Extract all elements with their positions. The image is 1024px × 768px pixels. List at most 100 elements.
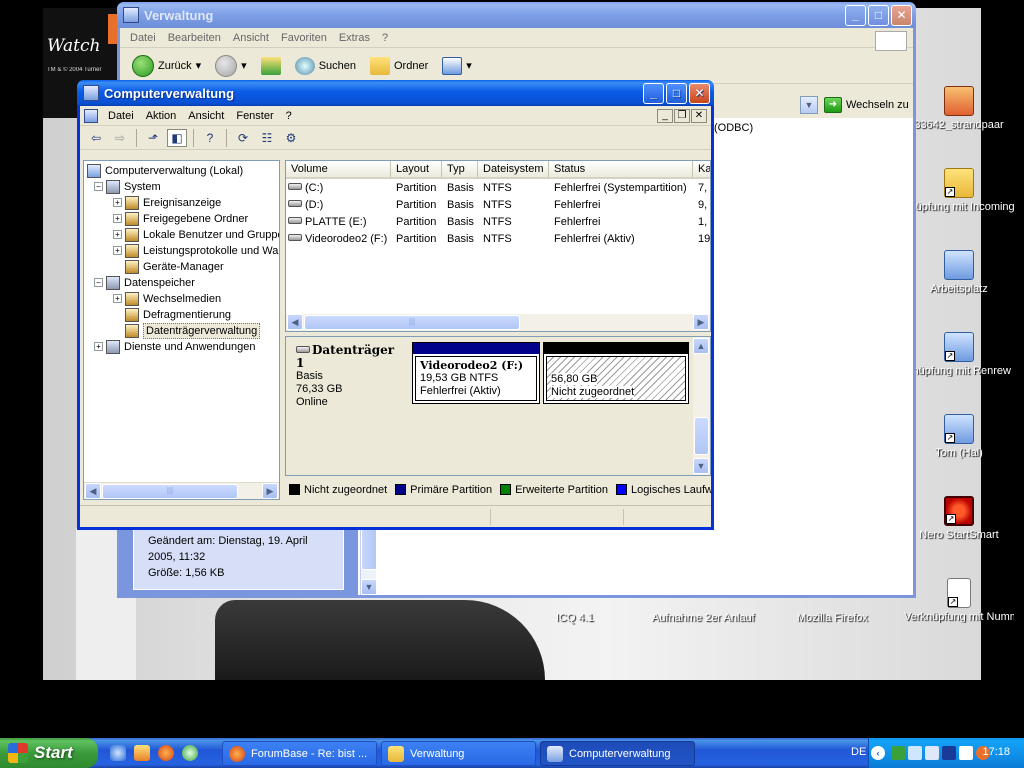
scroll-down-arrow[interactable]: ▼	[693, 458, 709, 474]
verwaltung-titlebar[interactable]: Verwaltung _ □ ✕	[117, 2, 916, 28]
tree-item[interactable]: Defragmentierung	[84, 307, 279, 323]
tray-expand-icon[interactable]: ‹	[871, 746, 885, 760]
column-header-volume[interactable]: Volume	[286, 161, 391, 179]
partition-block-f[interactable]: Videorodeo2 (F:) 19,53 GB NTFS Fehlerfre…	[412, 342, 540, 404]
back-button[interactable]: Zurück ▾	[128, 54, 205, 77]
file-item-odbc[interactable]: (ODBC)	[714, 122, 753, 134]
winamp-icon[interactable]	[134, 745, 150, 761]
scroll-left-arrow[interactable]: ◀	[85, 483, 101, 499]
tree-horizontal-scrollbar[interactable]: ◀ ||| ▶	[84, 482, 279, 499]
tree-item[interactable]: Computerverwaltung (Lokal)	[84, 163, 279, 179]
up-folder-icon[interactable]: ⬏	[143, 129, 163, 147]
menu-aktion[interactable]: Aktion	[140, 110, 183, 122]
sidepanel-scrollbar[interactable]: ▼	[360, 522, 377, 595]
expand-icon[interactable]: +	[113, 294, 122, 303]
folders-button[interactable]: Ordner	[366, 56, 432, 75]
search-button[interactable]: Suchen	[291, 56, 360, 75]
scroll-down-arrow[interactable]: ▼	[361, 579, 377, 595]
desktop-icon-icq[interactable]: ICQ 4.1	[556, 612, 594, 624]
menu-ansicht[interactable]: Ansicht	[182, 110, 230, 122]
settings-icon[interactable]: ⚙	[281, 129, 301, 147]
tree-item[interactable]: Geräte-Manager	[84, 259, 279, 275]
forward-arrow-icon[interactable]: ⇨	[110, 129, 130, 147]
column-header-typ[interactable]: Typ	[442, 161, 478, 179]
close-button[interactable]: ✕	[891, 5, 912, 26]
tray-network-icon[interactable]	[891, 746, 905, 760]
menu-datei[interactable]: Datei	[102, 110, 140, 122]
views-button[interactable]: ▾	[438, 56, 476, 75]
tray-shield-icon[interactable]	[942, 746, 956, 760]
scroll-up-arrow[interactable]: ▲	[693, 338, 709, 354]
mdi-close-button[interactable]: ✕	[691, 108, 707, 123]
task-button-verwaltung[interactable]: Verwaltung	[381, 741, 536, 766]
desktop-icon-arbeitsplatz[interactable]: Arbeitsplatz	[904, 250, 1014, 295]
desktop-icon-renrew[interactable]: ↗ knüpfung mit Renrew	[904, 332, 1014, 377]
properties-icon[interactable]: ☷	[257, 129, 277, 147]
tree-item[interactable]: + Leistungsprotokolle und Warnungen	[84, 243, 279, 259]
expand-icon[interactable]: +	[113, 214, 122, 223]
column-header-layout[interactable]: Layout	[391, 161, 442, 179]
minimize-button[interactable]: _	[643, 83, 664, 104]
language-indicator[interactable]: DE	[851, 746, 866, 758]
expand-icon[interactable]: +	[113, 198, 122, 207]
desktop-icon-firefox[interactable]: Mozilla Firefox	[797, 612, 868, 624]
help-icon[interactable]: ?	[200, 129, 220, 147]
tree-item[interactable]: − System	[84, 179, 279, 195]
maximize-button[interactable]: □	[666, 83, 687, 104]
address-dropdown-button[interactable]: ▼	[800, 96, 818, 114]
desktop-icon-incoming[interactable]: ↗ knüpfung mit Incoming	[904, 168, 1014, 213]
desktop-icon-nummer[interactable]: ↗ Verknüpfung mit Nummer	[904, 578, 1014, 623]
tree-item[interactable]: − Datenspeicher	[84, 275, 279, 291]
task-button-forumbase[interactable]: ForumBase - Re: bist ...	[222, 741, 377, 766]
menu-bearbeiten[interactable]: Bearbeiten	[162, 32, 227, 44]
scrollbar-thumb[interactable]	[694, 417, 709, 455]
back-arrow-icon[interactable]: ⇦	[86, 129, 106, 147]
scroll-right-arrow[interactable]: ▶	[262, 483, 278, 499]
minimize-button[interactable]: _	[845, 5, 866, 26]
menu-fenster[interactable]: Fenster	[230, 110, 279, 122]
show-hide-tree-icon[interactable]: ◧	[167, 128, 187, 147]
volume-cell-volume[interactable]: Videorodeo2 (F:)	[288, 231, 391, 248]
go-button[interactable]: ➜ Wechseln zu	[824, 97, 909, 113]
desktop-icon-aufnahme[interactable]: Aufnahme 2er Anlauf	[652, 612, 755, 624]
tray-monitor-icon[interactable]	[925, 746, 939, 760]
forward-button[interactable]: ▾	[211, 54, 251, 77]
scroll-left-arrow[interactable]: ◀	[287, 314, 303, 330]
tree-item[interactable]: + Dienste und Anwendungen	[84, 339, 279, 355]
tray-display-icon[interactable]	[908, 746, 922, 760]
clock[interactable]: 17:18	[982, 746, 1010, 758]
menu-ansicht[interactable]: Ansicht	[227, 32, 275, 44]
tree-item[interactable]: + Lokale Benutzer und Gruppen	[84, 227, 279, 243]
volume-cell-volume[interactable]: (D:)	[288, 197, 391, 214]
maximize-button[interactable]: □	[868, 5, 889, 26]
volume-cell-volume[interactable]: (C:)	[288, 180, 391, 197]
menu-extras[interactable]: Extras	[333, 32, 376, 44]
tree-item[interactable]: + Ereignisanzeige	[84, 195, 279, 211]
desktop-icon-strandpaar[interactable]: 33642_strandpaar	[904, 86, 1014, 131]
mdi-restore-button[interactable]: ❐	[674, 108, 690, 123]
close-button[interactable]: ✕	[689, 83, 710, 104]
menu-help[interactable]: ?	[376, 32, 394, 44]
computerverwaltung-titlebar[interactable]: Computerverwaltung _ □ ✕	[77, 80, 714, 106]
scrollbar-thumb[interactable]: |||	[304, 315, 520, 330]
desktop-icon-tom[interactable]: ↗ Tom (Hal)	[904, 414, 1014, 459]
desktop-icon-nero[interactable]: ↗ Nero StartSmart	[904, 496, 1014, 541]
tray-sms-icon[interactable]	[959, 746, 973, 760]
scroll-right-arrow[interactable]: ▶	[693, 314, 709, 330]
refresh-icon[interactable]: ⟳	[233, 129, 253, 147]
column-header-capacity[interactable]: Ka	[693, 161, 710, 179]
graph-vertical-scrollbar[interactable]: ▲ ▼	[693, 337, 710, 475]
expand-icon[interactable]: +	[113, 230, 122, 239]
task-button-computerverwaltung[interactable]: Computerverwaltung	[540, 741, 695, 766]
disk-info[interactable]: Datenträger 1 Basis 76,33 GB Online	[288, 340, 408, 408]
volume-cell-volume[interactable]: PLATTE (E:)	[288, 214, 391, 231]
column-header-status[interactable]: Status	[549, 161, 693, 179]
internet-explorer-icon[interactable]	[110, 745, 126, 761]
collapse-icon[interactable]: −	[94, 278, 103, 287]
menu-datei[interactable]: Datei	[124, 32, 162, 44]
media-player-icon[interactable]	[182, 745, 198, 761]
menu-help[interactable]: ?	[280, 110, 298, 122]
scrollbar-thumb[interactable]: |||	[102, 484, 238, 499]
up-button[interactable]	[257, 56, 285, 75]
unallocated-block[interactable]: 56,80 GB Nicht zugeordnet	[543, 342, 689, 404]
